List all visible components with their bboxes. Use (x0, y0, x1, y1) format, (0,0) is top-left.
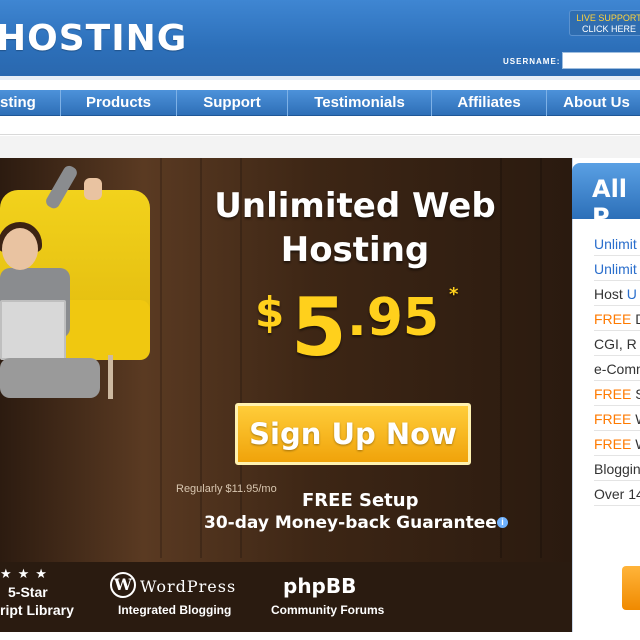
sign-up-now-button[interactable]: Sign Up Now (235, 403, 471, 465)
person-fist (84, 178, 102, 200)
phpbb-label[interactable]: phpBB (283, 574, 356, 598)
wall-stripe (540, 158, 542, 558)
side-item-text: W (631, 436, 640, 452)
side-item-unlimited-1[interactable]: Unlimit (594, 232, 640, 256)
page: HOSTING LIVE SUPPORT CLICK HERE USERNAME… (0, 0, 640, 640)
laptop-image (0, 300, 66, 360)
guarantee-text: 30-day Money-back Guarantee (204, 513, 497, 533)
headline-line-1: Unlimited Web (214, 186, 496, 226)
side-item-free-w2: FREE W (594, 432, 640, 456)
free-label: FREE (594, 436, 632, 452)
person-legs (0, 358, 100, 398)
person-head (2, 228, 38, 270)
nav-support[interactable]: Support (176, 90, 287, 116)
side-item-text: S (631, 386, 640, 402)
wall-stripe (160, 158, 162, 558)
live-support-button[interactable]: LIVE SUPPORT CLICK HERE (569, 10, 640, 36)
side-item-free-s: FREE S (594, 382, 640, 406)
free-label: FREE (594, 411, 632, 427)
username-label: USERNAME: (503, 57, 561, 66)
integrated-blogging-label: Integrated Blogging (118, 603, 232, 617)
side-item-text: W (631, 411, 640, 427)
free-label: FREE (594, 386, 632, 402)
side-item-host-link[interactable]: U (627, 286, 637, 302)
live-support-label: LIVE SUPPORT (576, 13, 640, 23)
free-label: FREE (594, 311, 632, 327)
wordpress-icon: W (110, 572, 136, 598)
nav-products[interactable]: Products (60, 90, 176, 116)
side-item-blogging: Bloggin (594, 457, 640, 481)
price-whole: 5 (291, 281, 347, 374)
side-item-host-text: Host (594, 286, 627, 302)
gap-bar (0, 136, 640, 158)
five-star-label: 5-Star (8, 584, 48, 600)
regular-price-note: Regularly $11.95/mo (176, 483, 277, 495)
script-library-label[interactable]: ript Library (0, 602, 74, 618)
site-header: HOSTING LIVE SUPPORT CLICK HERE USERNAME… (0, 0, 640, 80)
nav-about-us[interactable]: About Us (546, 90, 640, 116)
side-panel-button[interactable] (622, 566, 640, 610)
star-rating-icon: ★★★ (0, 566, 53, 581)
side-item-ecommerce: e-Comm (594, 357, 640, 381)
nav-hosting[interactable]: sting (0, 90, 60, 116)
header-divider (0, 76, 640, 80)
price-currency: $ (255, 288, 285, 337)
side-item-cgi: CGI, R (594, 332, 640, 356)
features-panel-title: All P (592, 175, 628, 231)
info-icon[interactable]: i (497, 517, 508, 528)
headline-line-2: Hosting (280, 230, 430, 270)
chair-leg (108, 355, 113, 399)
free-setup-text: FREE Setup (302, 490, 419, 511)
side-item-text: D (631, 311, 640, 327)
main-nav: sting Products Support Testimonials Affi… (0, 90, 640, 116)
wordpress-label[interactable]: WordPress (140, 577, 236, 596)
price-asterisk: * (449, 284, 459, 305)
community-forums-label: Community Forums (271, 603, 385, 617)
side-item-host: Host U (594, 282, 640, 306)
sub-bar (0, 117, 640, 135)
click-here-label: CLICK HERE (581, 24, 636, 34)
footer-line (0, 632, 640, 640)
nav-testimonials[interactable]: Testimonials (287, 90, 431, 116)
nav-affiliates[interactable]: Affiliates (431, 90, 546, 116)
username-input[interactable] (562, 52, 640, 69)
side-item-free-d: FREE D (594, 307, 640, 331)
side-item-free-w1: FREE W (594, 407, 640, 431)
side-item-unlimited-2[interactable]: Unlimit (594, 257, 640, 281)
price-decimal: .95 (347, 288, 440, 348)
site-logo[interactable]: HOSTING (0, 18, 187, 59)
hero-headline: Unlimited Web Hosting (190, 184, 520, 272)
side-item-over: Over 14 (594, 482, 640, 506)
